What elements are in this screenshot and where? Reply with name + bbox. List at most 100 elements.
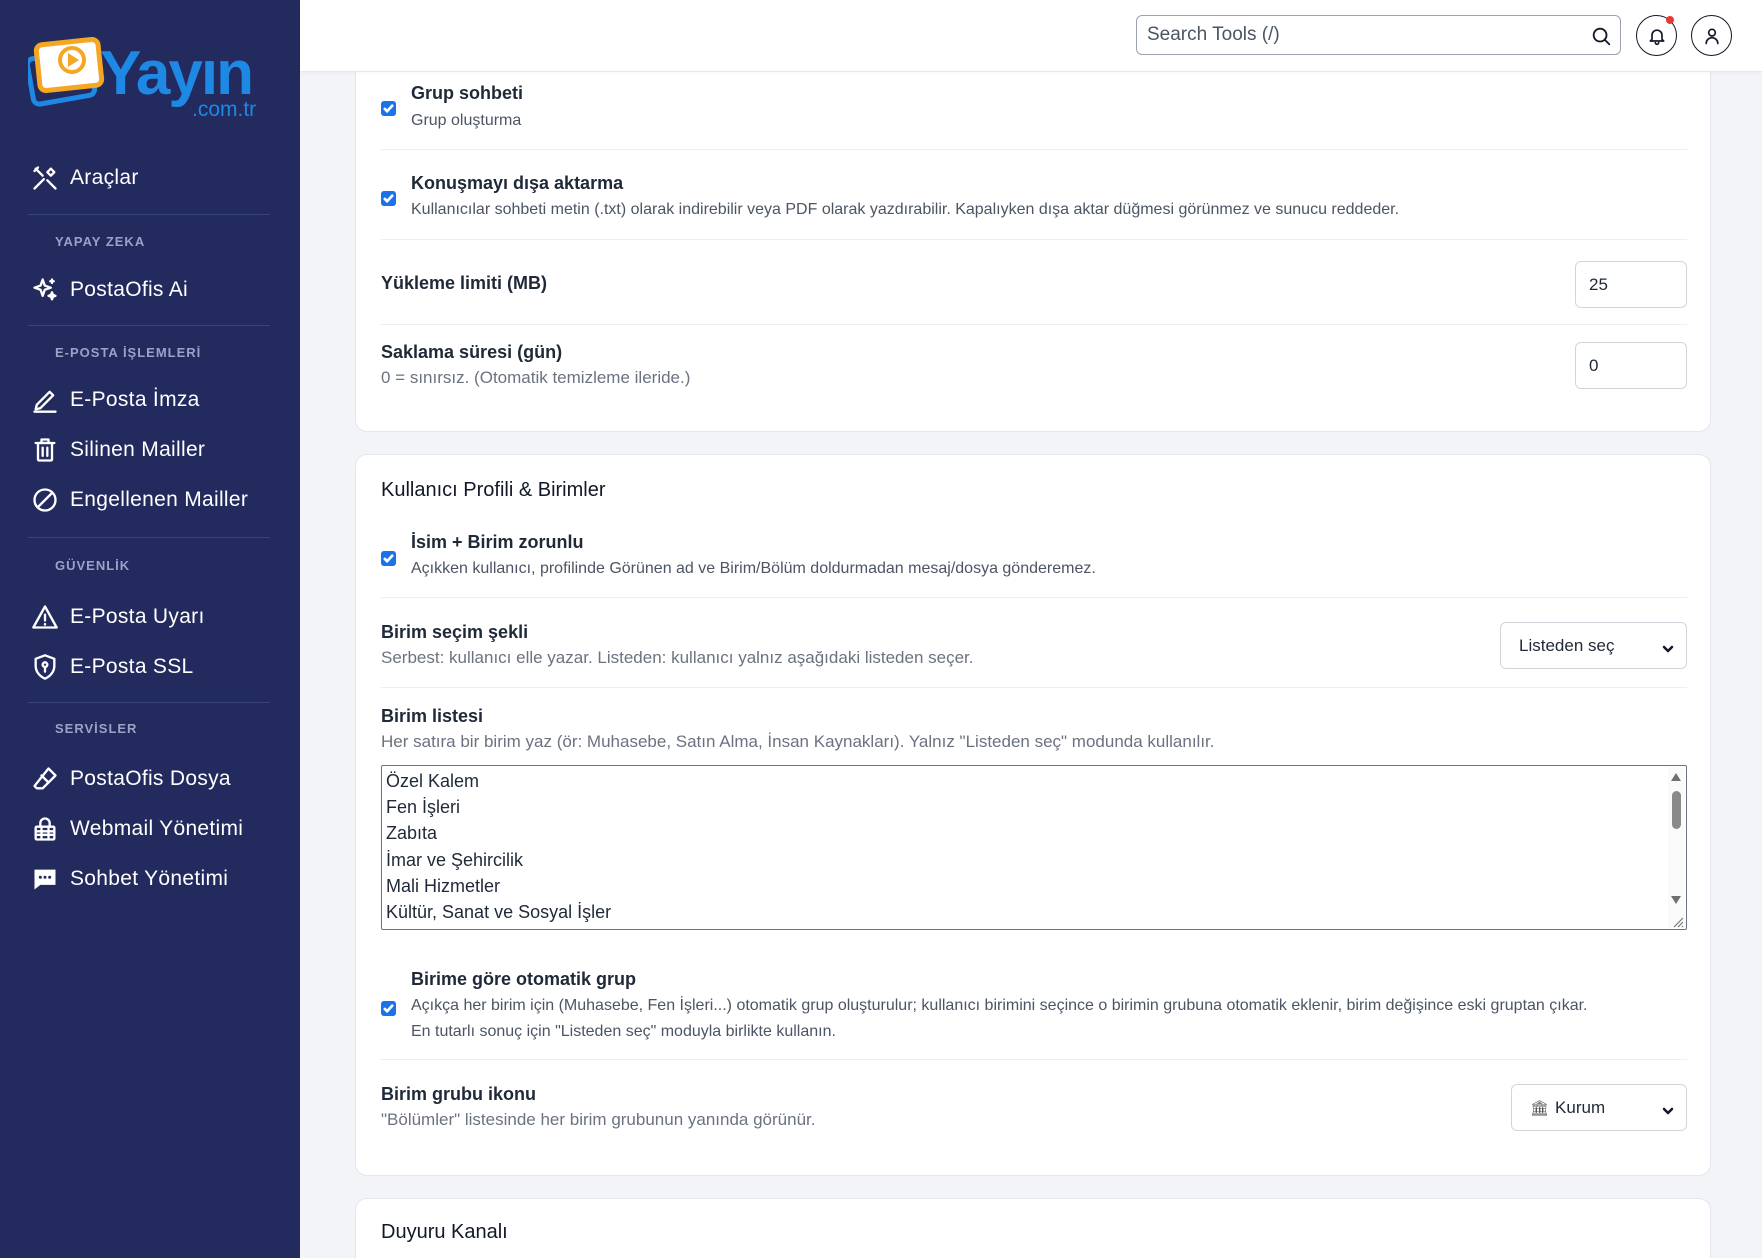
group-chat-desc: Grup oluşturma (411, 112, 522, 129)
unit-list-desc: Her satıra bir birim yaz (ör: Muhasebe, … (381, 732, 1215, 751)
auto-group-title: Birime göre otomatik grup (411, 969, 637, 989)
export-desc: Kullanıcılar sohbeti metin (.txt) olarak… (411, 201, 1400, 218)
eraser-icon (28, 762, 62, 796)
topbar (300, 0, 1762, 72)
scroll-thumb[interactable] (1672, 791, 1681, 829)
auto-group-checkbox[interactable] (381, 1001, 396, 1016)
sidebar-item-label: Engellenen Mailler (70, 488, 249, 511)
upload-limit-input[interactable] (1575, 261, 1687, 308)
search-icon[interactable] (1590, 25, 1612, 47)
sidebar-item-webmail-yonetimi[interactable]: Webmail Yönetimi (28, 809, 278, 849)
announcement-card: Duyuru Kanalı (355, 1198, 1711, 1258)
user-icon (1702, 26, 1722, 46)
sidebar-item-label: E-Posta İmza (70, 388, 200, 411)
scroll-up-icon[interactable] (1671, 773, 1681, 781)
resize-grip-icon[interactable] (1672, 915, 1684, 928)
sidebar-item-engellenen-mailler[interactable]: Engellenen Mailler (28, 480, 278, 520)
section-label: YAPAY ZEKA (55, 234, 146, 249)
sidebar-item-postaofis-dosya[interactable]: PostaOfis Dosya (28, 759, 278, 799)
sidebar-item-label: E-Posta SSL (70, 655, 194, 678)
auto-group-desc: Açıkça her birim için (Muhasebe, Fen İşl… (411, 997, 1588, 1014)
tools-icon (28, 161, 62, 195)
auto-group-desc-2: En tutarlı sonuç için "Listeden seç" mod… (411, 1023, 836, 1040)
sparkles-icon (28, 273, 62, 307)
section-title: Kullanıcı Profili & Birimler (381, 479, 606, 501)
search-input[interactable] (1137, 16, 1567, 54)
unit-list-textarea[interactable]: Özel Kalem Fen İşleri Zabıta İmar ve Şeh… (381, 765, 1687, 930)
section-label: E-POSTA İŞLEMLERİ (55, 345, 202, 360)
export-checkbox[interactable] (381, 191, 396, 206)
textarea-scrollbar[interactable] (1668, 767, 1685, 928)
sidebar-item-silinen-mailler[interactable]: Silinen Mailler (28, 430, 278, 470)
unit-list-line: Fen İşleri (386, 797, 461, 817)
sidebar-item-label: PostaOfis Ai (70, 278, 188, 301)
unit-list-label: Birim listesi (381, 706, 484, 726)
scroll-down-icon[interactable] (1671, 896, 1681, 904)
section-label: GÜVENLİK (55, 558, 131, 573)
notification-dot (1666, 16, 1674, 24)
sidebar-item-label: Araçlar (70, 166, 139, 189)
unit-selection-select[interactable]: Listeden seç (1500, 622, 1687, 669)
retention-label: Saklama süresi (gün) (381, 342, 563, 362)
retention-input[interactable] (1575, 342, 1687, 389)
brand-logo[interactable]: Yayın .com.tr (28, 32, 284, 122)
group-chat-checkbox[interactable] (381, 101, 396, 116)
sidebar-item-label: Sohbet Yönetimi (70, 867, 229, 890)
group-icon-select[interactable]: 🏛 Kurum (1511, 1084, 1687, 1131)
sidebar: Yayın .com.tr Araçlar YAPAY ZEKA PostaOf… (0, 0, 300, 1258)
sidebar-item-sohbet-yonetimi[interactable]: Sohbet Yönetimi (28, 859, 278, 899)
warning-icon (28, 600, 62, 634)
institution-icon: 🏛 (1530, 1099, 1550, 1117)
chevron-down-icon (1662, 1102, 1674, 1115)
sidebar-item-label: Webmail Yönetimi (70, 817, 244, 840)
divider (28, 702, 270, 703)
notifications-button[interactable] (1636, 15, 1677, 56)
group-icon-value: Kurum (1555, 1097, 1606, 1117)
user-menu-button[interactable] (1691, 15, 1732, 56)
bell-icon (1647, 26, 1667, 46)
sidebar-item-label: Silinen Mailler (70, 438, 206, 461)
name-required-title: İsim + Birim zorunlu (411, 532, 584, 552)
svg-text:.com.tr: .com.tr (192, 98, 256, 121)
sidebar-item-araclar[interactable]: Araçlar (28, 158, 278, 198)
divider (381, 1059, 1687, 1060)
search-box[interactable] (1136, 15, 1621, 55)
divider (381, 239, 1687, 240)
divider (381, 687, 1687, 688)
divider (381, 597, 1687, 598)
section-label: SERVİSLER (55, 721, 138, 736)
name-required-checkbox[interactable] (381, 551, 396, 566)
chat-settings-card: Grup sohbeti Grup oluşturma Konuşmayı dı… (355, 40, 1711, 432)
section-title: Duyuru Kanalı (381, 1221, 508, 1243)
group-chat-title: Grup sohbeti (411, 83, 523, 103)
export-title: Konuşmayı dışa aktarma (411, 173, 624, 193)
unit-selection-desc: Serbest: kullanıcı elle yazar. Listeden:… (381, 648, 974, 667)
unit-selection-label: Birim seçim şekli (381, 622, 529, 642)
sidebar-item-eposta-ssl[interactable]: E-Posta SSL (28, 647, 278, 687)
sidebar-item-label: PostaOfis Dosya (70, 767, 231, 790)
unit-list-line: Kültür, Sanat ve Sosyal İşler (386, 902, 612, 922)
chat-icon (28, 862, 62, 896)
sidebar-item-eposta-imza[interactable]: E-Posta İmza (28, 380, 278, 420)
group-icon-label: Birim grubu ikonu (381, 1084, 536, 1104)
unit-list-line: Özel Kalem (386, 771, 480, 791)
user-profile-card: Kullanıcı Profili & Birimler İsim + Biri… (355, 454, 1711, 1176)
sidebar-item-eposta-uyari[interactable]: E-Posta Uyarı (28, 597, 278, 637)
lock-icon (28, 812, 62, 846)
unit-list-line: Mali Hizmetler (386, 876, 501, 896)
divider (28, 537, 270, 538)
pen-icon (28, 383, 62, 417)
unit-selection-value: Listeden seç (1519, 635, 1615, 655)
group-icon-desc: "Bölümler" listesinde her birim grubunun… (381, 1110, 816, 1129)
divider (381, 149, 1687, 150)
chevron-down-icon (1662, 640, 1674, 653)
divider (28, 325, 270, 326)
sidebar-item-postaofis-ai[interactable]: PostaOfis Ai (28, 270, 278, 310)
trash-icon (28, 433, 62, 467)
unit-list-line: Zabıta (386, 823, 438, 843)
upload-limit-label: Yükleme limiti (MB) (381, 273, 548, 293)
shield-icon (28, 650, 62, 684)
unit-list-line: İmar ve Şehircilik (386, 850, 524, 870)
divider (28, 214, 270, 215)
divider (381, 324, 1687, 325)
